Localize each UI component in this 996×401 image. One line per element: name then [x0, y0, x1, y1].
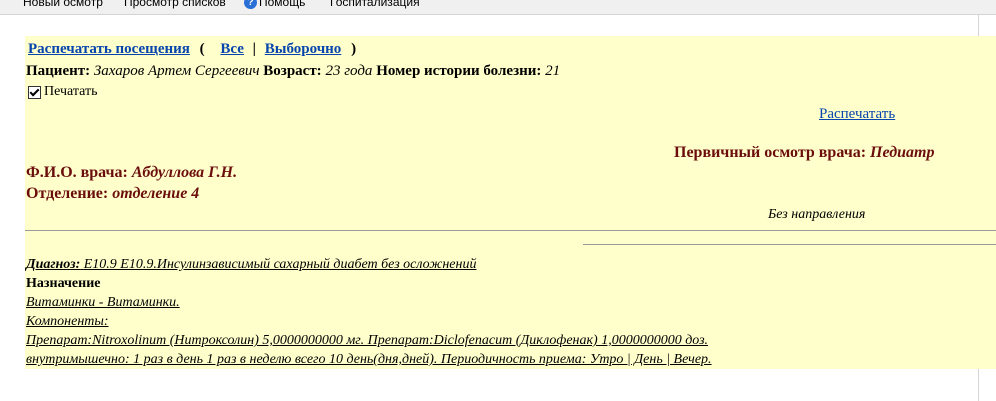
department-info: Отделение: отделение 4 — [26, 185, 199, 203]
diagnosis-text: E10.9 E10.9.Инсулинзависимый сахарный ди… — [83, 257, 477, 272]
exam-specialty: Педиатр — [870, 144, 935, 161]
menu-help[interactable]: ? Помощь — [244, 0, 306, 10]
doctor-name: Абдуллова Г.Н. — [131, 164, 238, 181]
prescription-item: Витаминки - Витаминки. — [26, 295, 180, 310]
print-checkbox[interactable] — [28, 85, 41, 99]
close-paren: ) — [351, 41, 357, 57]
patient-age: 23 года — [325, 63, 373, 79]
diagnosis-label: Диагноз: — [26, 257, 81, 272]
menu-view-lists[interactable]: Просмотр списков — [124, 0, 226, 9]
history-label: Номер истории болезни: — [376, 63, 542, 79]
divider-line-short — [583, 244, 996, 245]
divider-line — [25, 230, 996, 231]
print-link[interactable]: Распечатать — [819, 106, 895, 122]
doctor-label: Ф.И.О. врача: — [26, 164, 128, 181]
history-number: 21 — [545, 63, 561, 79]
menu-new-exam[interactable]: Новый осмотр — [23, 0, 103, 9]
prescription-regimen: внутримышечно: 1 раз в день 1 раз в неде… — [26, 352, 712, 367]
prescription-title: Назначение — [26, 276, 101, 291]
menu-bar: Новый осмотр Просмотр списков ? Помощь Го… — [0, 0, 996, 15]
no-referral-text: Без направления — [768, 207, 866, 222]
print-checkbox-row[interactable]: Печатать — [28, 84, 98, 100]
visit-print-links: Распечатать посещения ( Все | Выборочно … — [28, 41, 356, 58]
doctor-info: Ф.И.О. врача: Абдуллова Г.Н. — [26, 164, 237, 182]
selective-link[interactable]: Выборочно — [265, 41, 342, 57]
open-paren: ( — [199, 41, 205, 57]
print-checkbox-label: Печатать — [44, 84, 98, 99]
menu-hospitalization[interactable]: Госпитализация — [330, 0, 420, 9]
patient-label: Пациент: — [26, 63, 91, 79]
department-name: отделение 4 — [112, 185, 200, 202]
patient-name: Захаров Артем Сергеевич — [93, 63, 260, 79]
patient-info: Пациент: Захаров Артем Сергеевич Возраст… — [26, 63, 560, 80]
components-label: Компоненты: — [26, 314, 109, 329]
all-link[interactable]: Все — [220, 41, 244, 57]
exam-title: Первичный осмотр врача: Педиатр — [674, 144, 934, 162]
prescription-drugs: Препарат:Nitroxolinum (Нитроксолин) 5,00… — [26, 333, 709, 348]
link-divider: | — [252, 41, 256, 57]
exam-label: Первичный осмотр врача: — [674, 144, 867, 161]
help-icon: ? — [244, 0, 257, 10]
print-visits-link[interactable]: Распечатать посещения — [28, 41, 190, 57]
diagnosis: Диагноз: E10.9 E10.9.Инсулинзависимый са… — [26, 257, 476, 273]
age-label: Возраст: — [263, 63, 322, 79]
department-label: Отделение: — [26, 185, 109, 202]
print-link-wrap: Распечатать — [819, 106, 895, 123]
menu-help-label: Помощь — [259, 0, 306, 9]
